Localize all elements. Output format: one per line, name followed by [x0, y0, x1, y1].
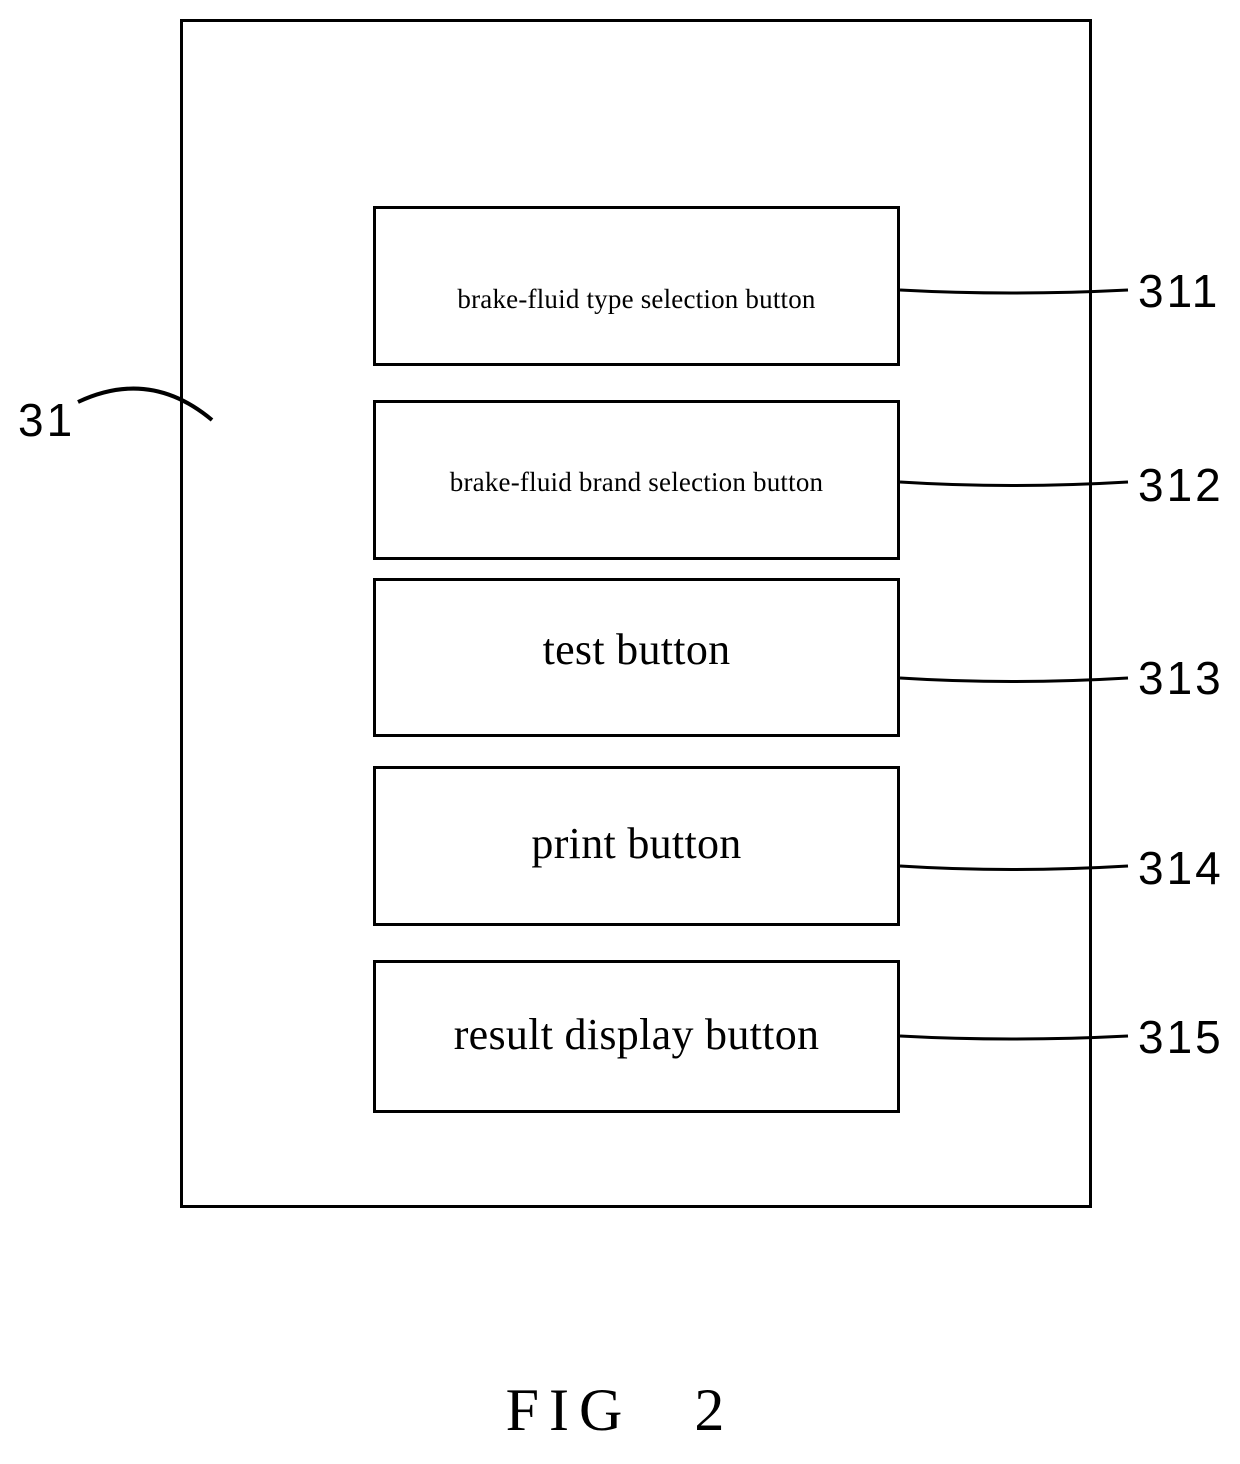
reference-numeral-31: 31 [18, 394, 76, 446]
brake-fluid-brand-selection-button[interactable]: brake-fluid brand selection button [373, 400, 900, 560]
figure-caption: FIG 2 [0, 1380, 1240, 1440]
figure-caption-label: FIG [505, 1377, 633, 1443]
test-button-label: test button [542, 625, 731, 674]
brake-fluid-type-selection-button[interactable]: brake-fluid type selection button [373, 206, 900, 366]
reference-numeral-311: 311 [1138, 265, 1221, 317]
brake-fluid-type-selection-button-label: brake-fluid type selection button [457, 284, 816, 314]
result-display-button-label: result display button [453, 1010, 820, 1059]
reference-numeral-314: 314 [1138, 842, 1224, 894]
reference-numeral-313: 313 [1138, 652, 1224, 704]
figure-caption-number: 2 [694, 1377, 735, 1443]
reference-numeral-315: 315 [1138, 1011, 1224, 1063]
reference-numeral-312: 312 [1138, 459, 1224, 511]
brake-fluid-brand-selection-button-label: brake-fluid brand selection button [449, 467, 824, 497]
print-button-label: print button [531, 819, 742, 868]
result-display-button[interactable]: result display button [373, 960, 900, 1113]
figure-root: brake-fluid type selection button brake-… [0, 0, 1240, 1464]
print-button[interactable]: print button [373, 766, 900, 926]
test-button[interactable]: test button [373, 578, 900, 737]
